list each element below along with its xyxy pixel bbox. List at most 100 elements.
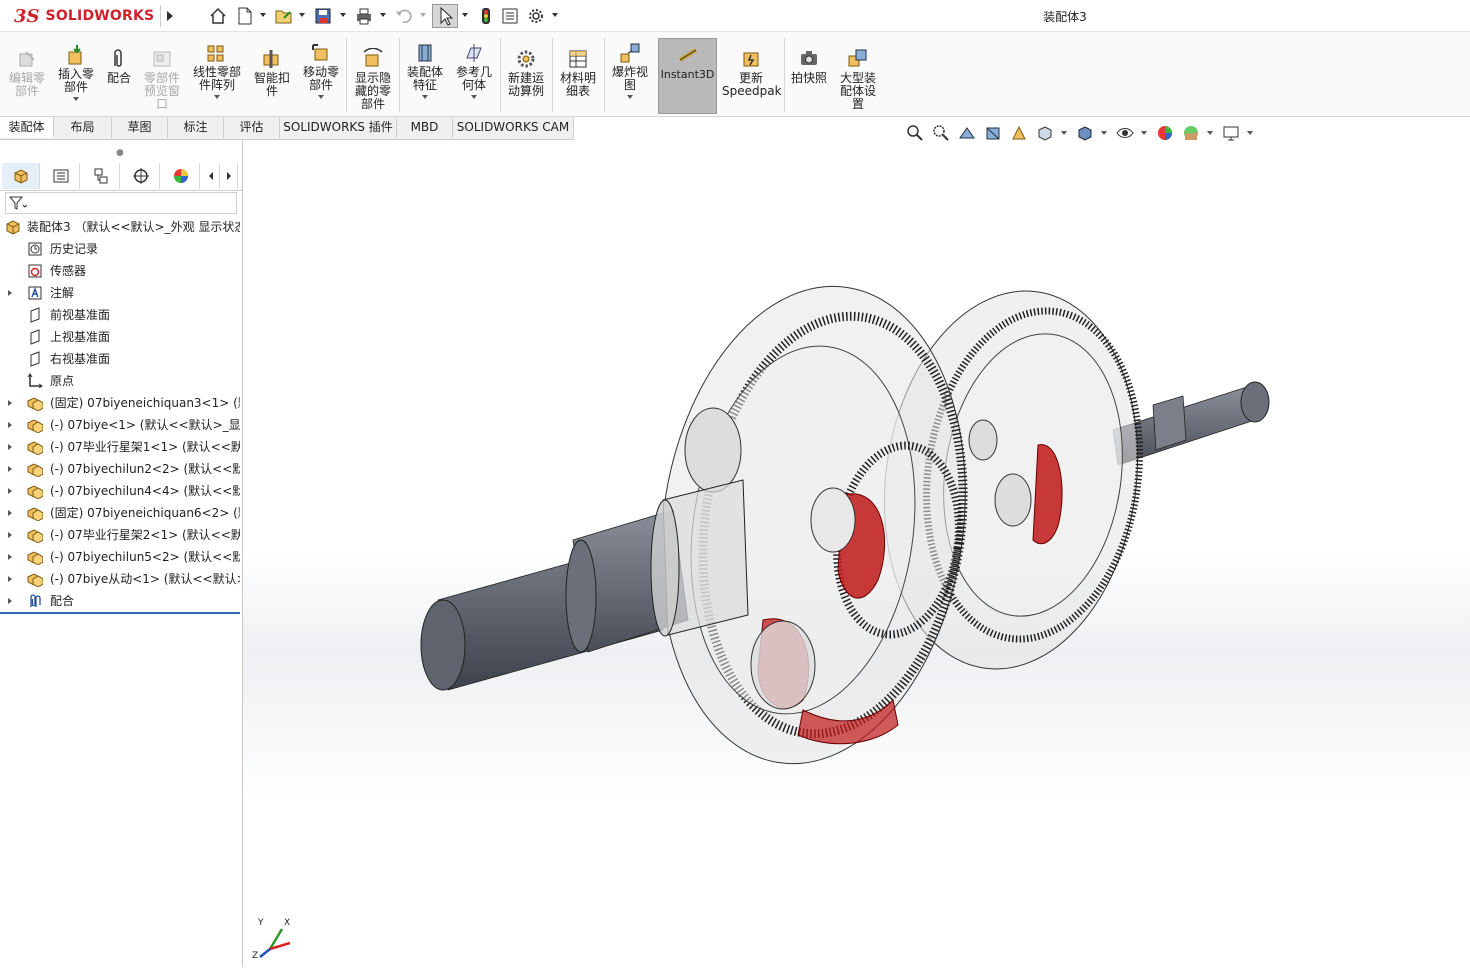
new-dropdown-icon[interactable] — [260, 13, 266, 17]
tab-layout[interactable]: 布局 — [54, 117, 112, 138]
save-icon[interactable] — [314, 7, 332, 25]
dynamic-annotation-icon[interactable] — [1010, 124, 1028, 142]
print-icon[interactable] — [355, 7, 373, 25]
tab-evaluate[interactable]: 评估 — [224, 117, 280, 138]
expand-arrow-icon[interactable] — [8, 290, 12, 296]
tab-mbd[interactable]: MBD — [397, 117, 453, 138]
reference-geometry-button[interactable]: 参考几 何体 — [452, 42, 496, 99]
open-icon[interactable] — [275, 7, 293, 25]
move-component-button[interactable]: 移动零 部件 — [298, 42, 344, 99]
component-preview-button[interactable]: 零部件 预览窗 口 — [140, 48, 184, 111]
linear-pattern-dropdown-icon[interactable] — [214, 95, 220, 99]
tree-item[interactable]: (-) 07biyechilun5<2> (默认<<默认 — [0, 547, 240, 567]
edit-appearance-icon[interactable] — [1156, 124, 1174, 142]
panel-collapse-grip-icon[interactable]: ● — [116, 148, 124, 158]
tabs-scroll-left-icon[interactable] — [203, 163, 220, 189]
tree-item[interactable]: (固定) 07biyeneichiquan3<1> (默认 — [0, 393, 240, 413]
expand-arrow-icon[interactable] — [8, 576, 12, 582]
expand-arrow-icon[interactable] — [8, 488, 12, 494]
previous-view-icon[interactable] — [958, 124, 976, 142]
select-dropdown-icon[interactable] — [462, 13, 468, 17]
tree-item[interactable]: 配合 — [0, 591, 240, 611]
file-properties-icon[interactable] — [501, 7, 519, 25]
mate-button[interactable]: 配合 — [103, 48, 135, 85]
feature-manager-tab-icon[interactable] — [2, 163, 40, 189]
tab-assembly[interactable]: 装配体 — [0, 117, 54, 138]
reference-geometry-dropdown-icon[interactable] — [471, 95, 477, 99]
section-view-icon[interactable] — [984, 124, 1002, 142]
options-icon[interactable] — [527, 7, 545, 25]
expand-arrow-icon[interactable] — [8, 554, 12, 560]
expand-arrow-icon[interactable] — [8, 400, 12, 406]
apply-scene-icon[interactable] — [1182, 124, 1200, 142]
expand-menu-arrow-icon[interactable] — [160, 5, 179, 27]
dimxpert-tab-icon[interactable] — [122, 163, 160, 189]
property-manager-tab-icon[interactable] — [42, 163, 80, 189]
smart-fasteners-button[interactable]: 智能扣 件 — [250, 48, 294, 98]
expand-arrow-icon[interactable] — [8, 444, 12, 450]
configuration-manager-tab-icon[interactable] — [82, 163, 120, 189]
undo-icon[interactable] — [395, 7, 413, 25]
insert-components-dropdown-icon[interactable] — [73, 97, 79, 101]
tree-item[interactable]: (-) 07biye从动<1> (默认<<默认>_ — [0, 569, 240, 589]
tree-item[interactable]: 传感器 — [0, 261, 240, 281]
tree-root-assembly[interactable]: 装配体3 （默认<<默认>_外观 显示状态 — [0, 217, 240, 237]
linear-pattern-button[interactable]: 线性零部 件阵列 — [188, 42, 246, 99]
edit-component-button[interactable]: 编辑零 部件 — [5, 48, 49, 98]
tree-filter-input[interactable] — [5, 192, 237, 214]
new-motion-study-button[interactable]: 新建运 动算例 — [503, 48, 549, 98]
apply-scene-dropdown-icon[interactable] — [1207, 131, 1213, 135]
solidworks-logo[interactable]: 3S SOLIDWORKS — [14, 3, 154, 29]
tree-item[interactable]: 原点 — [0, 371, 240, 391]
view-settings-icon[interactable] — [1222, 124, 1240, 142]
save-dropdown-icon[interactable] — [340, 13, 346, 17]
tree-item[interactable]: (-) 07biyechilun4<4> (默认<<默认 — [0, 481, 240, 501]
new-document-icon[interactable] — [236, 7, 254, 25]
move-component-dropdown-icon[interactable] — [318, 95, 324, 99]
tree-item[interactable]: 右视基准面 — [0, 349, 240, 369]
tree-item[interactable]: (-) 07biye<1> (默认<<默认>_显示 — [0, 415, 240, 435]
take-snapshot-button[interactable]: 拍快照 — [787, 48, 831, 85]
show-hidden-components-button[interactable]: 显示隐 藏的零 部件 — [350, 47, 396, 111]
expand-arrow-icon[interactable] — [8, 422, 12, 428]
exploded-view-dropdown-icon[interactable] — [627, 95, 633, 99]
tab-solidworks-addins[interactable]: SOLIDWORKS 插件 — [280, 117, 397, 138]
hide-show-dropdown-icon[interactable] — [1141, 131, 1147, 135]
graphics-area[interactable] — [243, 140, 1470, 967]
tab-markup[interactable]: 标注 — [168, 117, 224, 138]
update-speedpak-button[interactable]: 更新 Speedpak — [722, 48, 782, 98]
tab-sketch[interactable]: 草图 — [112, 117, 168, 138]
tab-solidworks-cam[interactable]: SOLIDWORKS CAM — [453, 117, 574, 138]
select-icon[interactable] — [432, 4, 458, 28]
undo-dropdown-icon[interactable] — [420, 13, 426, 17]
large-assembly-settings-button[interactable]: 大型装 配体设 置 — [835, 48, 881, 111]
display-style-dropdown-icon[interactable] — [1101, 131, 1107, 135]
tree-item[interactable]: (-) 07毕业行星架2<1> (默认<<默认 — [0, 525, 240, 545]
filter-funnel-icon[interactable] — [8, 195, 29, 214]
hide-show-items-icon[interactable] — [1116, 124, 1134, 142]
instant3d-button[interactable]: Instant3D — [658, 44, 717, 81]
exploded-view-button[interactable]: 爆炸视 图 — [607, 42, 653, 99]
expand-arrow-icon[interactable] — [8, 532, 12, 538]
rebuild-icon[interactable] — [477, 7, 495, 25]
display-style-icon[interactable] — [1076, 124, 1094, 142]
zoom-to-area-icon[interactable] — [932, 124, 950, 142]
expand-arrow-icon[interactable] — [8, 598, 12, 604]
zoom-to-fit-icon[interactable] — [906, 124, 924, 142]
print-dropdown-icon[interactable] — [380, 13, 386, 17]
tree-item[interactable]: 历史记录 — [0, 239, 240, 259]
assembly-features-dropdown-icon[interactable] — [422, 95, 428, 99]
open-dropdown-icon[interactable] — [299, 13, 305, 17]
expand-arrow-icon[interactable] — [8, 466, 12, 472]
tree-item[interactable]: 上视基准面 — [0, 327, 240, 347]
tabs-scroll-right-icon[interactable] — [221, 163, 238, 189]
tree-item[interactable]: (-) 07毕业行星架1<1> (默认<<默认 — [0, 437, 240, 457]
view-settings-dropdown-icon[interactable] — [1247, 131, 1253, 135]
tree-item[interactable]: (-) 07biyechilun2<2> (默认<<默认 — [0, 459, 240, 479]
tree-item[interactable]: 注解 — [0, 283, 240, 303]
insert-components-button[interactable]: 插入零 部件 — [54, 44, 98, 101]
tree-item[interactable]: 前视基准面 — [0, 305, 240, 325]
expand-arrow-icon[interactable] — [8, 510, 12, 516]
assembly-features-button[interactable]: 装配体 特征 — [403, 42, 447, 99]
view-orientation-icon[interactable] — [1036, 124, 1054, 142]
